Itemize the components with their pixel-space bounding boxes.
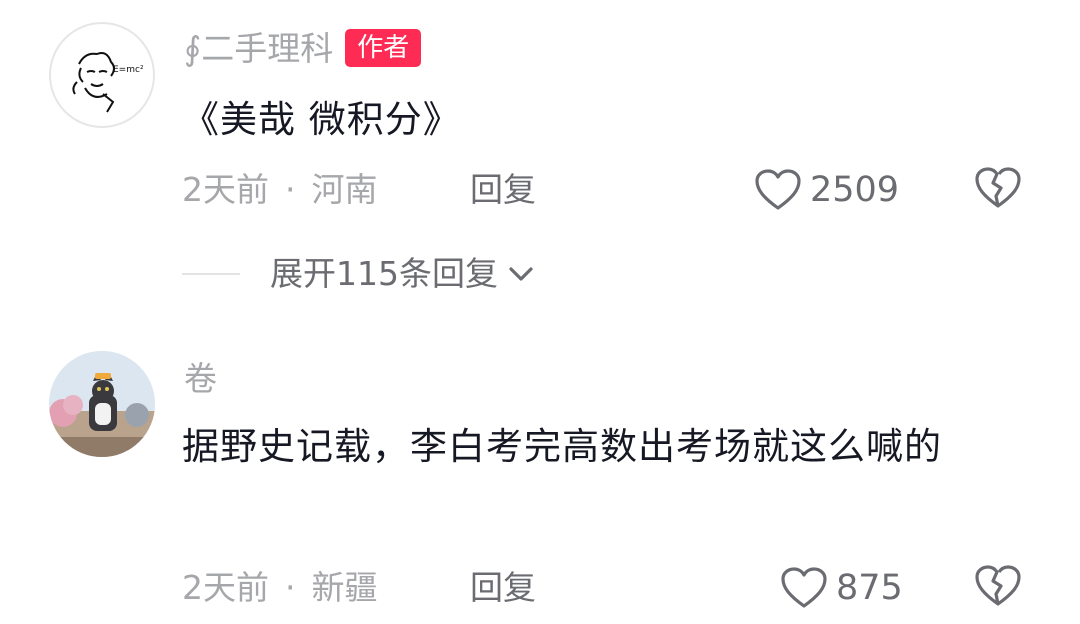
divider-line (182, 273, 240, 275)
comment-time: 2天前 (182, 170, 269, 209)
like-count: 875 (836, 568, 903, 608)
meta-separator: · (285, 568, 296, 607)
broken-heart-icon (975, 167, 1021, 208)
username[interactable]: 卷 (184, 359, 217, 399)
like-button[interactable]: 875 (780, 566, 903, 610)
cat-photo-avatar-icon (49, 351, 155, 457)
avatar[interactable] (49, 351, 155, 457)
svg-text:E=mc²: E=mc² (113, 65, 144, 75)
comment-time: 2天前 (182, 568, 269, 607)
like-count: 2509 (810, 170, 900, 210)
like-button[interactable]: 2509 (754, 168, 899, 212)
heart-icon (781, 567, 827, 608)
chevron-down-icon (509, 267, 533, 281)
einstein-avatar-icon: E=mc² (72, 52, 144, 113)
comment-meta: 2天前 · 河南 (182, 170, 378, 210)
heart-icon (755, 169, 801, 210)
reply-button[interactable]: 回复 (470, 568, 536, 608)
comment-location: 河南 (311, 170, 378, 209)
meta-separator: · (285, 170, 296, 209)
avatar[interactable]: E=mc² (49, 22, 155, 128)
comment-text: 《美哉 微积分》 (182, 98, 461, 141)
comment-text: 据野史记载，李白考完高数出考场就这么喊的 (182, 425, 942, 468)
comment-meta: 2天前 · 新疆 (182, 568, 378, 608)
comment-location: 新疆 (311, 568, 378, 607)
author-badge: 作者 (345, 28, 422, 67)
reply-button[interactable]: 回复 (470, 170, 536, 210)
expand-replies-button[interactable]: 展开115条回复 (182, 252, 534, 296)
broken-heart-icon (975, 565, 1021, 606)
username[interactable]: ∮二手理科 (184, 29, 333, 68)
expand-replies-label: 展开115条回复 (270, 254, 498, 293)
dislike-button[interactable] (974, 166, 1022, 214)
dislike-button[interactable] (974, 564, 1022, 612)
